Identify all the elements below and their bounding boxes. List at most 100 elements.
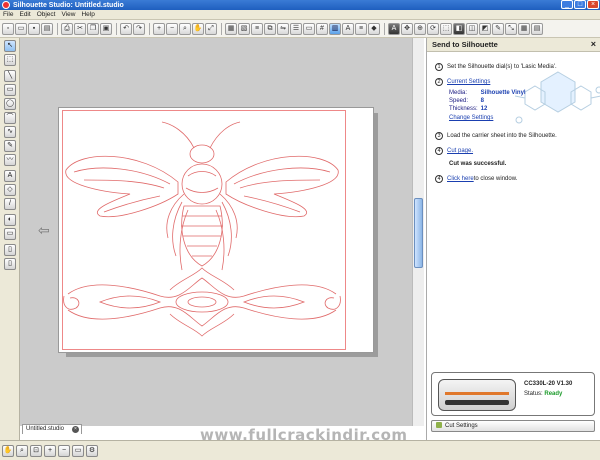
- move-icon[interactable]: ✥: [401, 22, 413, 35]
- step-3-text: Load the carrier sheet into the Silhouet…: [447, 133, 557, 139]
- pan-tool-icon[interactable]: ✋: [2, 444, 14, 457]
- thickness-label: Thickness:: [449, 106, 478, 112]
- paste-icon[interactable]: ▣: [100, 22, 112, 35]
- knife-tool-icon[interactable]: /: [4, 198, 16, 210]
- watermark-text: www.fullcrackindir.com: [200, 426, 408, 444]
- minimize-button[interactable]: _: [561, 0, 573, 9]
- flourish-bottom: [67, 306, 337, 327]
- ellipse-tool-icon[interactable]: ◯: [4, 98, 16, 110]
- previous-page-arrow-icon[interactable]: ⇦: [38, 222, 50, 239]
- text-style-icon[interactable]: A: [342, 22, 354, 35]
- trace-icon[interactable]: ◩: [479, 22, 491, 35]
- left-wing: [65, 155, 179, 218]
- current-settings-link[interactable]: Current Settings: [447, 79, 490, 85]
- cut-settings-icon[interactable]: ▥: [329, 22, 341, 35]
- new-file-icon[interactable]: ▫: [2, 22, 14, 35]
- thickness-value: 12: [480, 106, 488, 112]
- grid-icon[interactable]: #: [316, 22, 328, 35]
- save-icon[interactable]: ▪: [28, 22, 40, 35]
- maximize-button[interactable]: □: [574, 0, 586, 9]
- device-status-box: CC330L-20 V1.30 Status: Ready: [431, 372, 595, 416]
- print-icon[interactable]: ⎙: [61, 22, 73, 35]
- zoom-page-icon[interactable]: ⊡: [30, 444, 42, 457]
- document-tab[interactable]: Untitled.studio ×: [22, 424, 82, 434]
- expand-icon[interactable]: ⤡: [505, 22, 517, 35]
- line-tool-icon[interactable]: ╲: [4, 70, 16, 82]
- rotate-icon[interactable]: ⟳: [427, 22, 439, 35]
- menu-help[interactable]: Help: [78, 11, 97, 18]
- pan-icon[interactable]: ✋: [192, 22, 204, 35]
- freehand-tool-icon[interactable]: ✎: [4, 140, 16, 152]
- menu-file[interactable]: File: [0, 11, 16, 18]
- polygon-tool-icon[interactable]: ⌒: [4, 112, 16, 124]
- speed-label: Speed:: [449, 98, 469, 104]
- bee-legs: [166, 193, 238, 271]
- scale-icon[interactable]: ⬚: [440, 22, 452, 35]
- cut-icon[interactable]: ✂: [74, 22, 86, 35]
- group-icon[interactable]: ▦: [225, 22, 237, 35]
- scroll-thumb[interactable]: [414, 198, 423, 268]
- right-wing: [225, 155, 339, 218]
- page-view-icon[interactable]: ▭: [72, 444, 84, 457]
- arrange-icon[interactable]: ☰: [290, 22, 302, 35]
- change-settings-link[interactable]: Change Settings: [449, 115, 493, 121]
- open-folder-icon[interactable]: ▭: [15, 22, 27, 35]
- speed-value: 8: [480, 98, 485, 104]
- store-icon[interactable]: ▦: [518, 22, 530, 35]
- undo-icon[interactable]: ↶: [120, 22, 132, 35]
- cut-settings-button[interactable]: Cut Settings: [431, 420, 595, 432]
- flip-icon[interactable]: ⇋: [277, 22, 289, 35]
- modify-icon[interactable]: ◧: [453, 22, 465, 35]
- step-3: 3 Load the carrier sheet into the Silhou…: [435, 132, 557, 140]
- select-tool-icon[interactable]: ↖: [4, 40, 16, 52]
- close-window-button[interactable]: ×: [587, 0, 599, 9]
- zoom-out-icon[interactable]: −: [58, 444, 70, 457]
- redo-icon[interactable]: ↷: [133, 22, 145, 35]
- menu-view[interactable]: View: [58, 11, 78, 18]
- close-window-link[interactable]: Click here: [447, 176, 474, 182]
- smooth-tool-icon[interactable]: 〰: [4, 154, 16, 166]
- pages-icon[interactable]: ▯: [4, 244, 16, 256]
- fit-page-icon[interactable]: ⤢: [205, 22, 217, 35]
- step-number: 3: [435, 132, 443, 140]
- text-tool-icon[interactable]: A: [4, 170, 16, 182]
- speed-row: Speed: 8: [449, 98, 484, 104]
- cut-settings-label: Cut Settings: [445, 423, 478, 429]
- eraser-tool-icon[interactable]: ◇: [4, 184, 16, 196]
- line-style-icon[interactable]: ≡: [355, 22, 367, 35]
- edit-points-icon[interactable]: ⬚: [4, 54, 16, 66]
- transform-icon[interactable]: ⊕: [414, 22, 426, 35]
- zoom-out-icon[interactable]: −: [166, 22, 178, 35]
- change-settings-row: Change Settings: [449, 115, 493, 121]
- settings-icon[interactable]: ⚙: [86, 444, 98, 457]
- zoom-select-icon[interactable]: ⌕: [16, 444, 28, 457]
- align-icon[interactable]: ≡: [251, 22, 263, 35]
- rectangle-tool-icon[interactable]: ▭: [4, 84, 16, 96]
- left-antenna: [161, 121, 195, 149]
- close-panel-icon[interactable]: ×: [591, 38, 596, 51]
- page-setup-icon[interactable]: ▭: [303, 22, 315, 35]
- cut-page-link[interactable]: Cut page.: [447, 148, 473, 154]
- zoom-in-icon[interactable]: +: [44, 444, 56, 457]
- vertical-scrollbar[interactable]: [412, 38, 424, 426]
- fill-color-icon[interactable]: ◆: [368, 22, 380, 35]
- line-color-icon[interactable]: ▭: [4, 228, 16, 240]
- close-tab-icon[interactable]: ×: [72, 426, 79, 433]
- library-icon[interactable]: ▤: [41, 22, 53, 35]
- curve-tool-icon[interactable]: ∿: [4, 126, 16, 138]
- send-to-silhouette-icon[interactable]: ▤: [531, 22, 543, 35]
- replicate-icon[interactable]: ⧉: [264, 22, 276, 35]
- copy-icon[interactable]: ❐: [87, 22, 99, 35]
- menu-object[interactable]: Object: [34, 11, 59, 18]
- ungroup-icon[interactable]: ▧: [238, 22, 250, 35]
- fill-tool-icon[interactable]: ◐: [4, 214, 16, 226]
- zoom-select-icon[interactable]: ⌕: [179, 22, 191, 35]
- offset-icon[interactable]: ◫: [466, 22, 478, 35]
- zoom-in-icon[interactable]: +: [153, 22, 165, 35]
- media-row: Media: Silhouette Vinyl: [449, 90, 526, 96]
- knife-icon[interactable]: ✎: [492, 22, 504, 35]
- step-5: 4 Click here to close window.: [435, 175, 517, 183]
- page-view-icon[interactable]: ▯: [4, 258, 16, 270]
- text-tool-icon[interactable]: A: [388, 22, 400, 35]
- menu-edit[interactable]: Edit: [16, 11, 33, 18]
